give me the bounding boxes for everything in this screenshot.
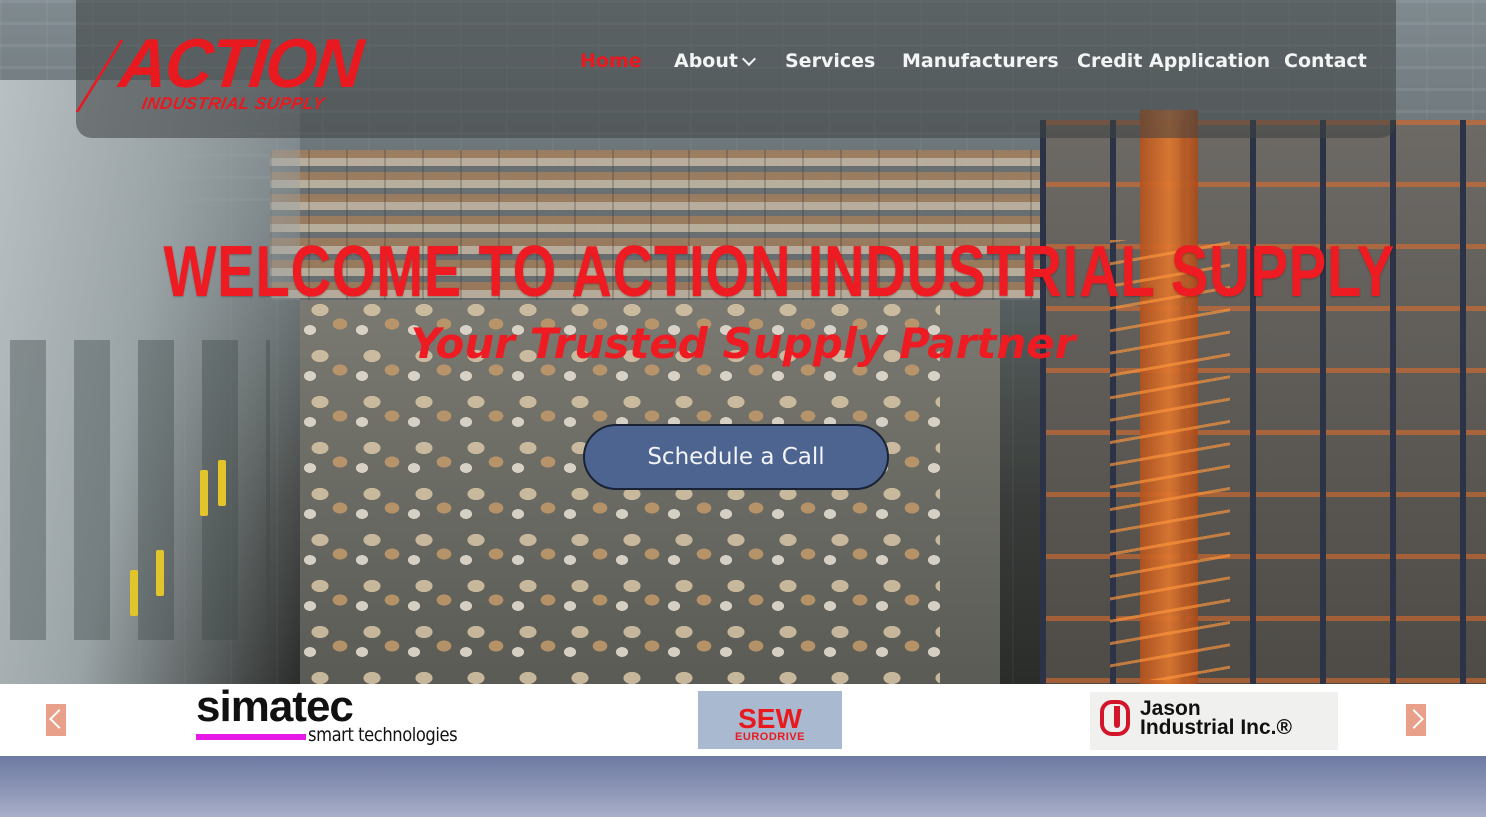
- nav-item-label: About: [674, 50, 738, 72]
- brand-tagline: EURODRIVE: [735, 731, 805, 743]
- nav-item-label: Services: [785, 50, 876, 72]
- site-header: ACTION INDUSTRIAL SUPPLY Home About Serv…: [75, 0, 1396, 138]
- hero-title: WELCOME TO ACTION INDUSTRIAL SUPPLY: [163, 232, 1396, 312]
- nav-item-label: Manufacturers: [902, 50, 1059, 72]
- brand-tagline: smart technologies: [308, 724, 458, 746]
- nav-item-about[interactable]: About: [674, 44, 757, 78]
- brand-accent-bar: [196, 734, 306, 740]
- nav-item-label: Contact: [1284, 50, 1367, 72]
- chevron-down-icon: [741, 51, 757, 67]
- main-nav: Home About Services Manufacturers Credit…: [76, 44, 1367, 78]
- logo-tagline: INDUSTRIAL SUPPLY: [140, 94, 327, 113]
- brand-tagline: Industrial Inc.®: [1140, 716, 1292, 739]
- schedule-call-button[interactable]: Schedule a Call: [583, 424, 889, 490]
- hero-background-post: [200, 470, 208, 516]
- nav-item-manufacturers[interactable]: Manufacturers: [902, 44, 1059, 78]
- chevron-right-icon: [1404, 709, 1424, 729]
- next-section-band: [0, 756, 1486, 817]
- carousel-prev-button[interactable]: [46, 704, 69, 736]
- hero-background-post: [218, 460, 226, 506]
- hero-background-post: [156, 550, 164, 596]
- brand-name: SEW: [738, 703, 802, 734]
- brand-logo-sew[interactable]: SEW EURODRIVE: [698, 691, 842, 749]
- nav-item-services[interactable]: Services: [785, 44, 875, 78]
- carousel-next-button[interactable]: [1404, 704, 1426, 736]
- manufacturer-carousel: simatec smart technologies SEW EURODRIVE…: [0, 682, 1486, 756]
- nav-item-contact[interactable]: Contact: [1284, 44, 1367, 78]
- nav-item-credit-application[interactable]: Credit Application: [1077, 44, 1270, 78]
- hero-subtitle: Your Trusted Supply Partner: [410, 319, 1076, 368]
- brand-logo-simatec[interactable]: simatec smart technologies: [196, 682, 458, 754]
- hero-background-racks-right: [1040, 120, 1486, 684]
- chevron-left-icon: [49, 709, 69, 729]
- hero-background-post: [130, 570, 138, 616]
- nav-item-home[interactable]: Home: [580, 44, 642, 78]
- jason-logo-icon: [1100, 700, 1130, 736]
- brand-logo-jason[interactable]: Jason Industrial Inc.®: [1090, 692, 1338, 750]
- nav-item-label: Credit Application: [1077, 50, 1271, 72]
- hero-background-doors: [10, 340, 270, 640]
- nav-item-label: Home: [580, 50, 642, 72]
